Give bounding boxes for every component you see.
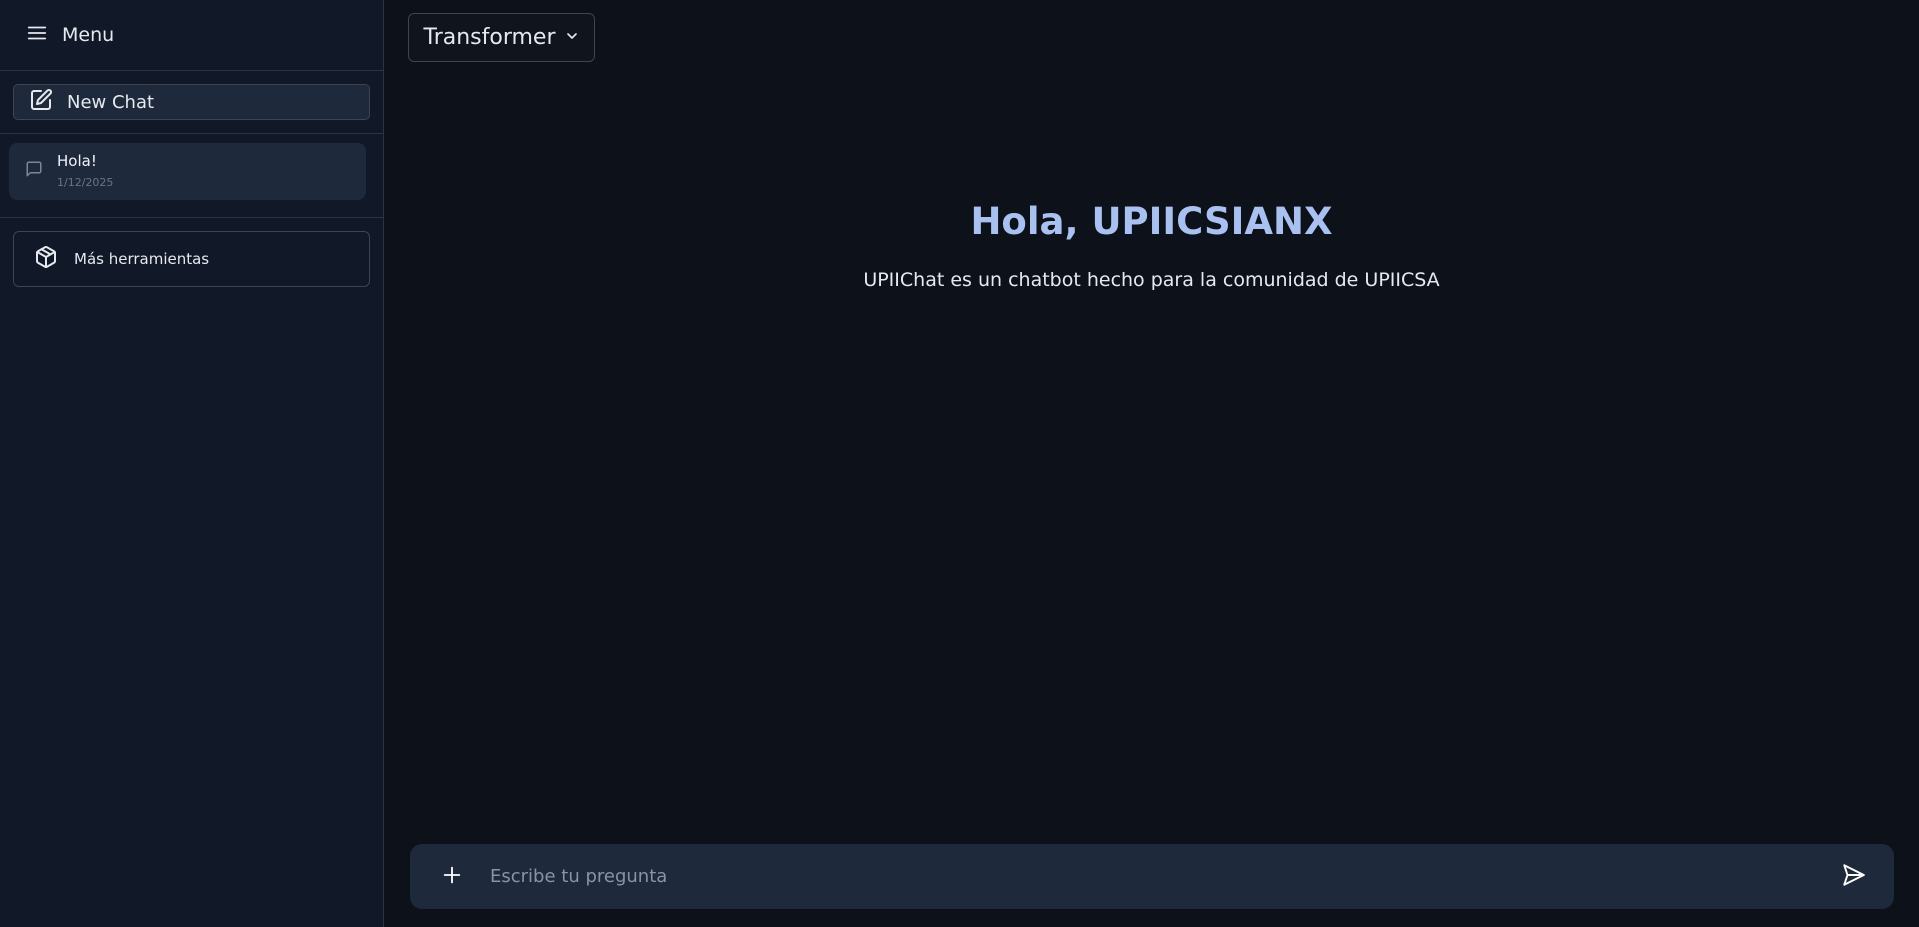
attach-button[interactable] (422, 847, 482, 907)
model-select[interactable]: Transformer (408, 13, 595, 62)
chat-date: 1/12/2025 (57, 176, 114, 189)
message-composer (410, 844, 1894, 909)
chat-title: Hola! (57, 152, 97, 170)
greeting-title: Hola, UPIICSIANX (970, 200, 1333, 243)
message-input[interactable] (490, 856, 1824, 897)
new-chat-label: New Chat (67, 91, 155, 113)
more-tools-button[interactable]: Más herramientas (13, 231, 370, 287)
main-panel: Transformer Hola, UPIICSIANX UPIIChat es… (384, 0, 1919, 927)
edit-icon (29, 88, 53, 117)
chat-history: Hola! 1/12/2025 (0, 134, 383, 218)
send-icon (1841, 862, 1867, 892)
more-tools-label: Más herramientas (74, 250, 210, 268)
chevron-down-icon (564, 25, 580, 50)
hamburger-icon[interactable] (26, 22, 48, 49)
new-chat-button[interactable]: New Chat (13, 84, 370, 120)
plus-icon (441, 864, 463, 890)
menu-label: Menu (62, 24, 115, 46)
app-window: Menu New Chat Hola! 1/12/2025 Más herram… (0, 0, 1919, 927)
message-icon (25, 160, 43, 178)
chat-history-item[interactable]: Hola! 1/12/2025 (9, 143, 366, 200)
model-select-value: Transformer (423, 25, 556, 50)
sidebar-header[interactable]: Menu (0, 0, 383, 71)
package-icon (34, 245, 58, 273)
greeting-subtitle: UPIIChat es un chatbot hecho para la com… (863, 269, 1440, 291)
chat-item-text: Hola! 1/12/2025 (57, 151, 113, 189)
new-chat-section: New Chat (0, 71, 383, 134)
sidebar: Menu New Chat Hola! 1/12/2025 Más herram… (0, 0, 384, 927)
send-button[interactable] (1824, 847, 1884, 907)
tools-section: Más herramientas (0, 218, 383, 300)
